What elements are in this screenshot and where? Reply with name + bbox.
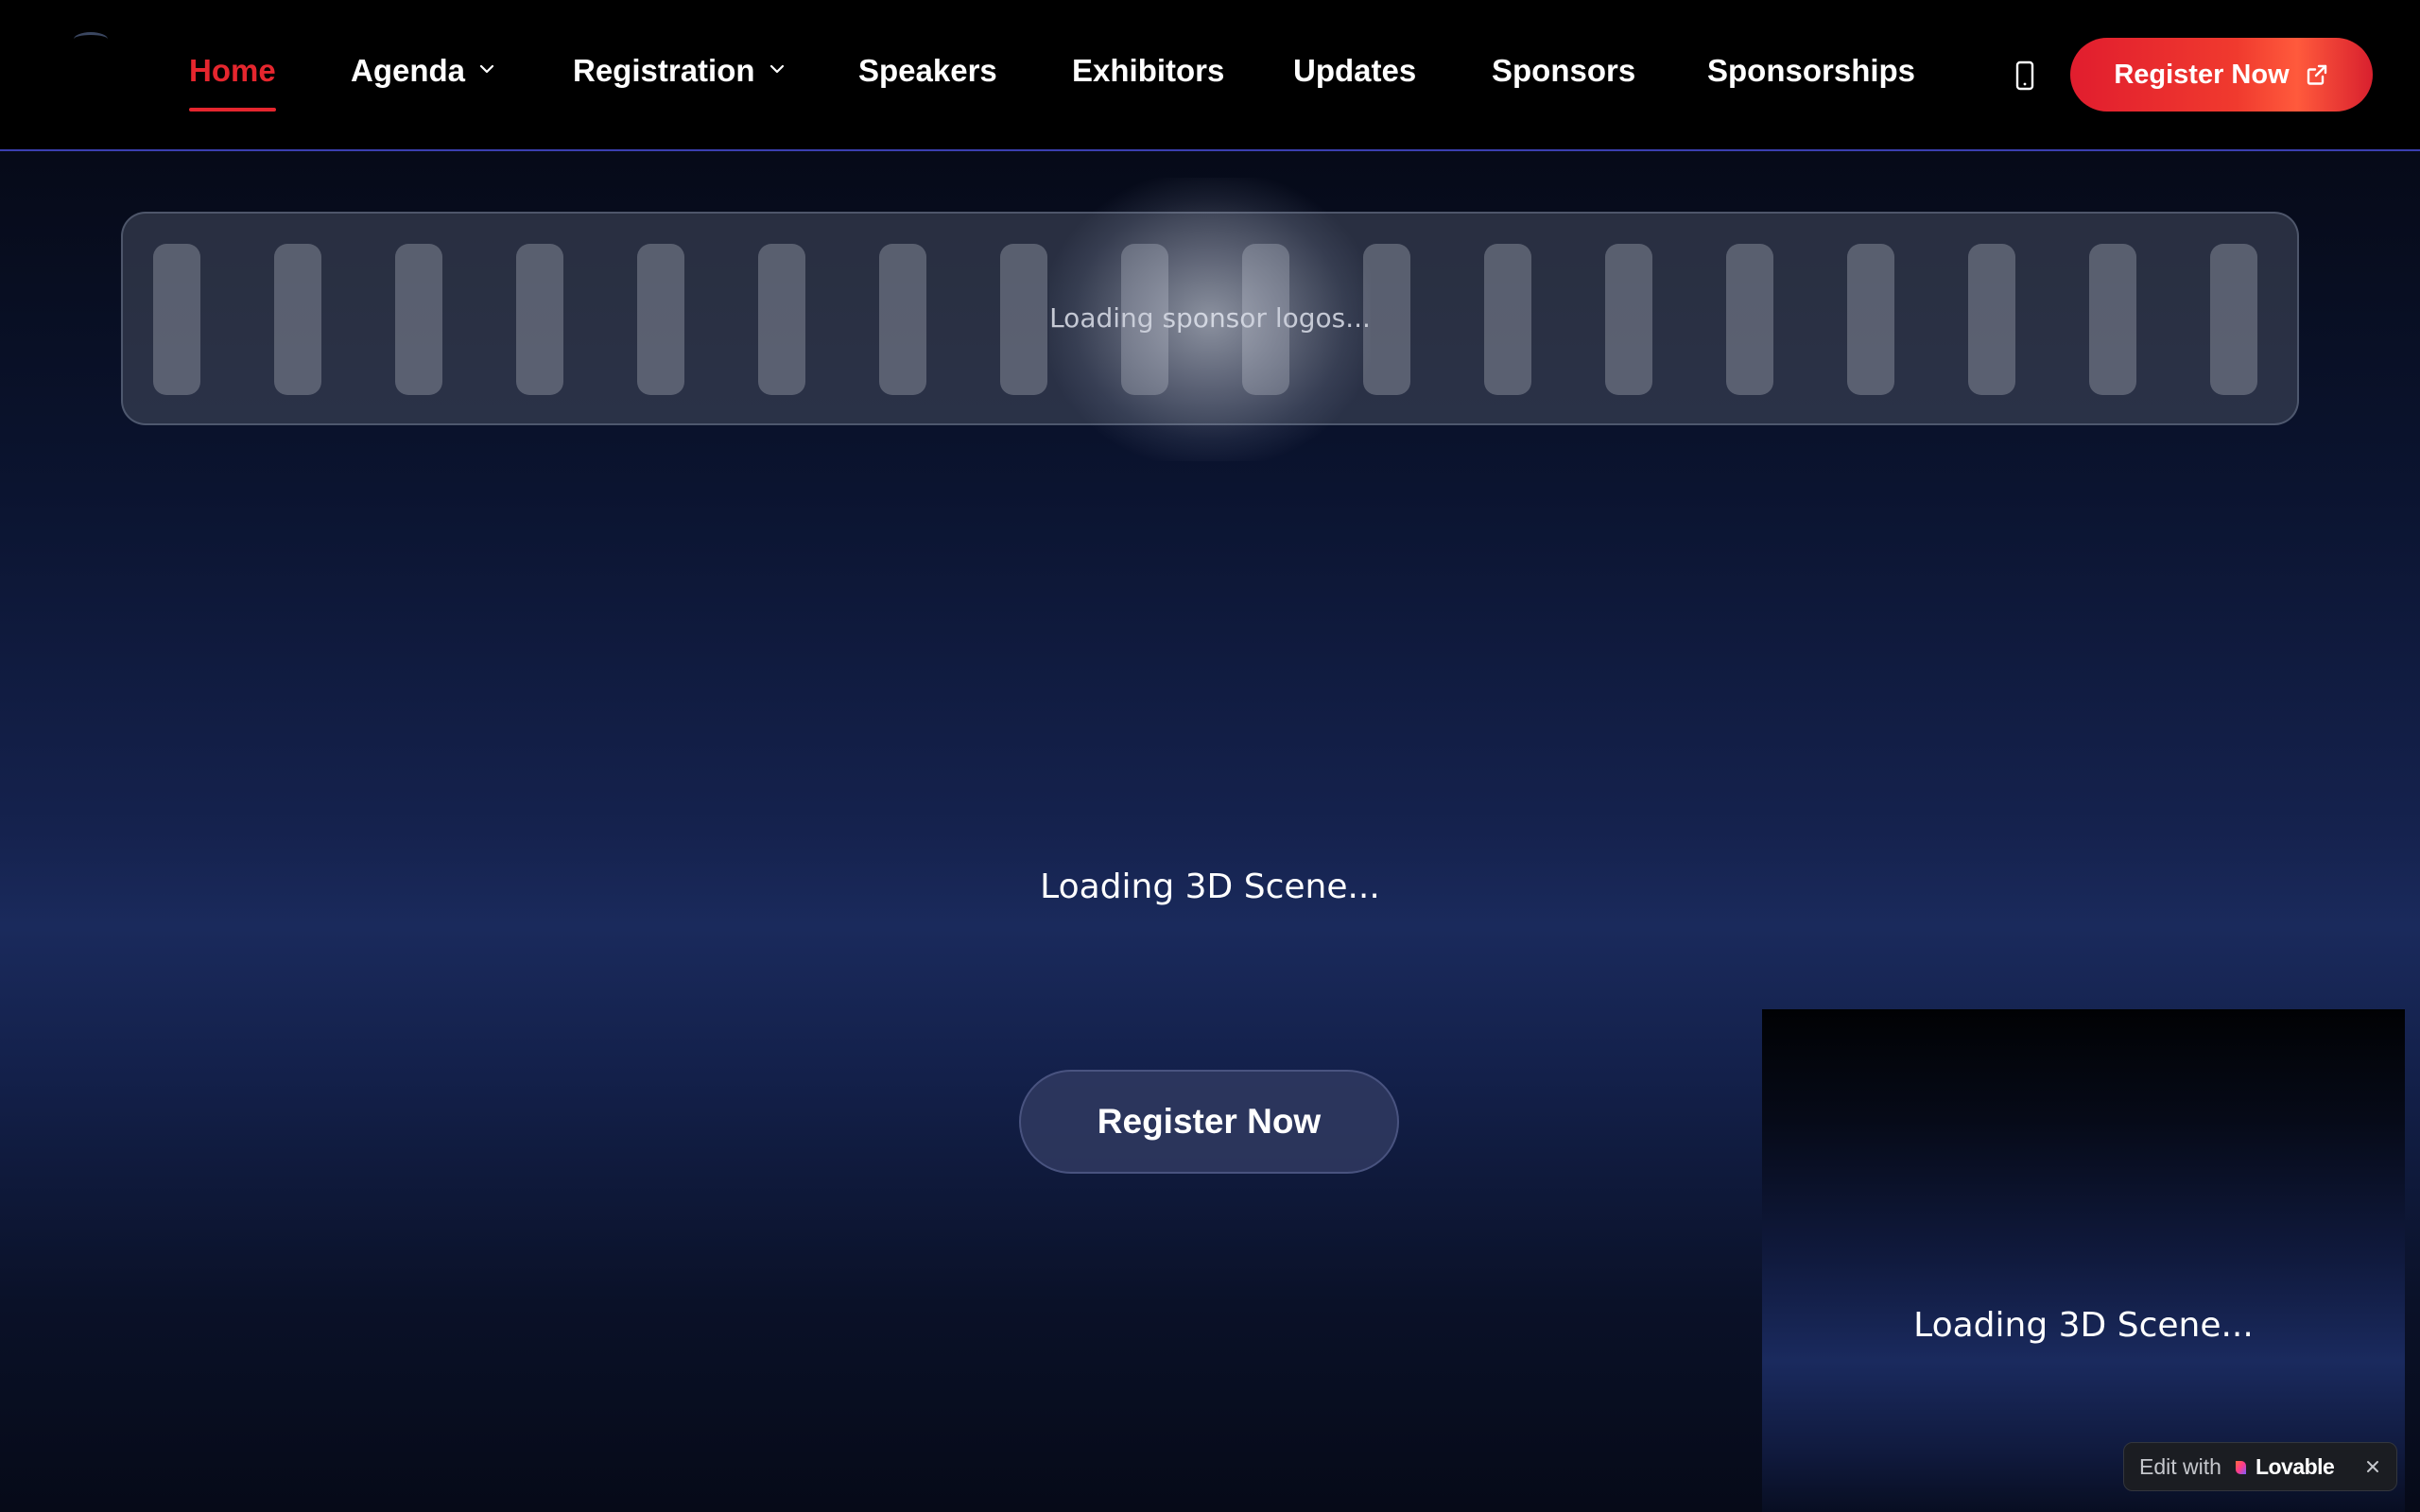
nav-item-label: Sponsors	[1492, 53, 1636, 88]
nav-item-updates[interactable]: Updates	[1293, 53, 1416, 100]
site-logo[interactable]	[74, 32, 108, 46]
badge-brand: Lovable	[2255, 1453, 2335, 1479]
lovable-heart-icon	[2233, 1457, 2252, 1476]
scene-loading-text: Loading 3D Scene...	[1040, 868, 1380, 906]
chevron-down-icon	[478, 60, 495, 77]
register-now-label: Register Now	[2114, 59, 2290, 90]
active-underline	[189, 108, 276, 112]
scene-preview-panel: Loading 3D Scene...	[1762, 1009, 2405, 1512]
external-link-icon	[2305, 62, 2329, 87]
hero-register-button[interactable]: Register Now	[1019, 1070, 1399, 1174]
nav-item-label: Updates	[1293, 53, 1417, 88]
chevron-down-icon	[769, 60, 786, 77]
nav-item-sponsors[interactable]: Sponsors	[1492, 53, 1635, 100]
mobile-phone-icon[interactable]	[2012, 60, 2038, 92]
sponsor-logos-strip: Loading sponsor logos...	[121, 212, 2299, 425]
hero-register-label: Register Now	[1097, 1102, 1322, 1141]
edit-with-lovable-badge[interactable]: Edit with Lovable	[2123, 1442, 2397, 1491]
close-icon[interactable]	[2360, 1454, 2385, 1479]
nav-item-label: Exhibitors	[1072, 53, 1225, 88]
nav-item-speakers[interactable]: Speakers	[858, 53, 997, 100]
nav-item-home[interactable]: Home	[189, 53, 276, 112]
nav-item-label: Registration	[573, 53, 755, 88]
nav-item-registration[interactable]: Registration	[573, 53, 786, 100]
nav-item-label: Agenda	[351, 53, 466, 88]
top-navbar: Home Agenda Registration Speakers Exhibi…	[0, 0, 2420, 151]
nav-item-label: Speakers	[858, 53, 997, 88]
nav-item-agenda[interactable]: Agenda	[351, 53, 495, 100]
nav-item-label: Home	[189, 53, 276, 88]
nav-item-label: Sponsorships	[1707, 53, 1916, 88]
preview-loading-text: Loading 3D Scene...	[1913, 1306, 2254, 1345]
sponsor-loading-text: Loading sponsor logos...	[1049, 302, 1371, 334]
nav-item-exhibitors[interactable]: Exhibitors	[1072, 53, 1224, 100]
nav-item-sponsorships[interactable]: Sponsorships	[1707, 53, 1915, 100]
register-now-button[interactable]: Register Now	[2070, 38, 2373, 112]
badge-prefix: Edit with	[2139, 1453, 2221, 1479]
